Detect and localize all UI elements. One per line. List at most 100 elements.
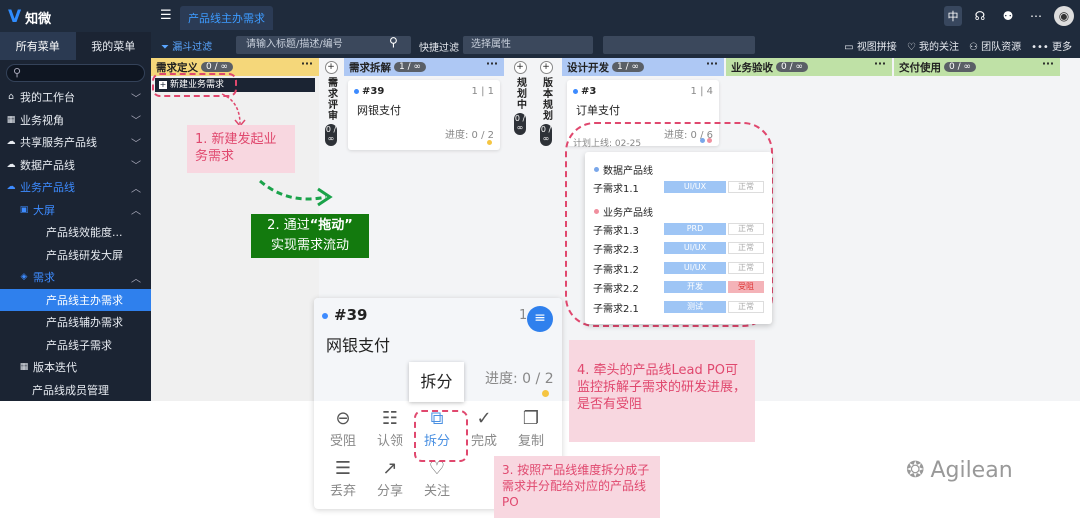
column-menu-icon[interactable]: ··· [1042, 58, 1054, 70]
funnel-filter-button[interactable]: ⏷ 漏斗过滤 [161, 38, 212, 53]
subtask-status: 正常 [728, 242, 764, 254]
action-4[interactable]: ❐ 复制 [508, 408, 554, 449]
sidebar-item-9[interactable]: 产品线主办需求 [0, 288, 151, 311]
column-count: 0 / ∞ [944, 62, 976, 72]
card-title: 网银支付 [326, 336, 391, 355]
subtask-row[interactable]: 子需求1.1 UI/UX 正常 [593, 180, 764, 195]
action-1[interactable]: ☷ 认领 [367, 408, 413, 449]
subtask-row[interactable]: 子需求1.3 PRD 正常 [593, 222, 764, 237]
action-icon: ☰ [334, 458, 352, 479]
plus-icon[interactable]: + [513, 61, 527, 74]
column-header: 交付使用 0 / ∞ ··· [894, 58, 1060, 76]
subtask-stage-tag: UI/UX [664, 242, 726, 254]
watermark: ❂ Agilean [906, 458, 1013, 483]
menu-icon: ☁ [6, 182, 16, 193]
subtask-stage-tag: UI/UX [664, 261, 726, 274]
more-button[interactable]: ••• 更多 [1031, 38, 1072, 53]
sidebar-item-0[interactable]: ⌂ 我的工作台 ﹀ [0, 86, 151, 109]
view-merge-button[interactable]: ▭ 视图拼接 [844, 38, 897, 53]
subtask-stage-tag: 开发 [664, 281, 726, 293]
search-input[interactable]: 请输入标题/描述/编号 [236, 36, 411, 54]
hamburger-menu-icon[interactable]: ☰ [160, 8, 172, 23]
sidebar-item-2[interactable]: ☁ 共享服务产品线 ﹀ [0, 131, 151, 154]
subtask-name: 子需求2.3 [593, 245, 639, 256]
action-label: 关注 [423, 484, 450, 499]
headset-icon[interactable]: ☊ [970, 6, 990, 26]
sidebar-item-6[interactable]: 产品线效能度... [0, 221, 151, 244]
sidebar-item-5[interactable]: ▣ 大屏 ︿ [0, 199, 151, 222]
menu-icon: ☁ [6, 137, 16, 148]
tab-my-menus[interactable]: 我的菜单 [76, 32, 152, 60]
subtask-status: 受阻 [728, 281, 764, 293]
logo-text: 知微 [25, 11, 52, 27]
card-id: #39 [334, 306, 368, 324]
column-menu-icon[interactable]: ··· [301, 58, 313, 70]
sidebar-item-11[interactable]: 产品线子需求 [0, 334, 151, 357]
subtask-row[interactable]: 子需求1.2 UI/UX 正常 [593, 261, 764, 276]
sidebar-search-input[interactable]: ⚲ [6, 64, 145, 82]
menu-icon: ▦ [6, 114, 16, 125]
column-title: 设计开发 [567, 61, 609, 74]
sidebar-item-13[interactable]: 产品线成员管理 [0, 379, 151, 402]
sidebar-item-10[interactable]: 产品线辅办需求 [0, 311, 151, 334]
column-title: 版本规划 [540, 77, 552, 121]
sidebar-item-label: 产品线研发大屏 [46, 248, 123, 262]
subtask-status: 正常 [728, 181, 764, 193]
subtask-name: 子需求1.2 [593, 264, 639, 276]
column-menu-icon[interactable]: ··· [874, 58, 886, 70]
column-version-planning: + 版本规划 0 / ∞ [536, 58, 556, 178]
status-dot [573, 88, 578, 94]
search-icon[interactable]: ⚲ [389, 35, 398, 49]
action-7[interactable]: ♡ 关注 [414, 458, 460, 499]
language-switch[interactable]: 中 [944, 6, 962, 26]
subtask-row[interactable]: 子需求2.2 开发 受阻 [593, 280, 764, 295]
highlight-split-action [414, 410, 468, 462]
action-6[interactable]: ↗ 分享 [367, 458, 413, 499]
team-resource-button[interactable]: ⚇ 团队资源 [969, 38, 1021, 53]
chevron-icon: ﹀ [131, 161, 141, 173]
tab-current-page[interactable]: 产品线主办需求 [180, 6, 273, 30]
plus-icon[interactable]: + [539, 61, 553, 74]
plus-icon[interactable]: + [324, 61, 338, 74]
subtask-row[interactable]: 子需求2.3 UI/UX 正常 [593, 241, 764, 256]
app-logo[interactable]: V 知微 [8, 7, 51, 27]
column-menu-icon[interactable]: ··· [486, 58, 498, 70]
my-follow-button[interactable]: ♡ 我的关注 [907, 38, 959, 53]
watermark-text: Agilean [930, 458, 1013, 483]
attribute-select[interactable]: 选择属性 [463, 36, 593, 54]
sidebar-item-3[interactable]: ☁ 数据产品线 ﹀ [0, 154, 151, 177]
action-0[interactable]: ⊖ 受阻 [320, 408, 366, 449]
sidebar-item-12[interactable]: ▦ 版本迭代 [0, 356, 151, 379]
column-title: 需求评审 [325, 77, 337, 121]
search-icon: ⚲ [13, 66, 22, 79]
sidebar-item-label: 需求 [33, 271, 55, 285]
action-icon: ⊖ [335, 408, 351, 429]
robot-icon[interactable]: ⚉ [998, 6, 1018, 26]
sidebar-item-label: 产品线成员管理 [32, 383, 109, 397]
view-merge-label: 视图拼接 [856, 42, 897, 53]
sidebar-item-label: 产品线主办需求 [46, 293, 123, 307]
sidebar-item-label: 产品线子需求 [46, 338, 112, 352]
secondary-filter-input[interactable] [603, 36, 755, 54]
avatar[interactable]: ◉ [1054, 6, 1074, 26]
sidebar-item-label: 业务产品线 [20, 181, 75, 195]
sidebar-item-4[interactable]: ☁ 业务产品线 ︿ [0, 176, 151, 199]
demand-card-39[interactable]: #39 1 | 1 网银支付 进度: 0 / 2 [348, 80, 500, 150]
sidebar-item-label: 产品线辅办需求 [46, 316, 123, 330]
group-name: 数据产品线 [603, 166, 653, 177]
chat-icon[interactable]: ⋯ [1026, 6, 1046, 26]
action-5[interactable]: ☰ 丢弃 [320, 458, 366, 499]
sidebar-item-label: 大屏 [33, 203, 55, 217]
tab-all-menus[interactable]: 所有菜单 [0, 32, 76, 60]
sidebar-item-1[interactable]: ▦ 业务视角 ﹀ [0, 109, 151, 132]
column-menu-icon[interactable]: ··· [706, 58, 718, 70]
my-follow-label: 我的关注 [918, 42, 959, 53]
top-right-toolbar: 中 ☊ ⚉ ⋯ ◉ [944, 6, 1074, 26]
subtask-row[interactable]: 子需求2.1 测试 正常 [593, 300, 764, 315]
subtask-stage-tag: UI/UX [664, 181, 726, 193]
status-dot [542, 390, 549, 397]
sidebar-item-7[interactable]: 产品线研发大屏 [0, 244, 151, 267]
subtask-status: 正常 [728, 300, 764, 313]
card-menu-icon[interactable]: ≡ [527, 306, 553, 332]
sidebar-item-8[interactable]: ◈ 需求 ︿ [0, 266, 151, 289]
